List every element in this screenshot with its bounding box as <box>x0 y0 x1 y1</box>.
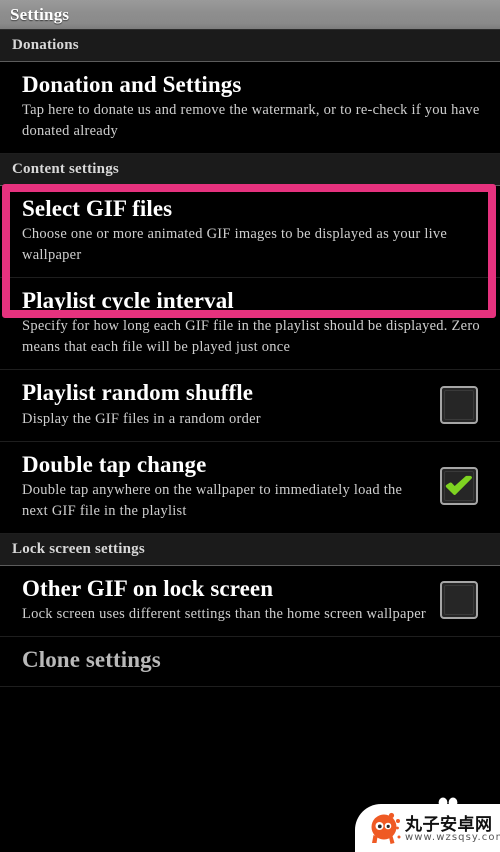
pref-text-group: Donation and Settings Tap here to donate… <box>22 71 486 142</box>
checkbox-inner-bevel <box>444 584 474 615</box>
checkbox-other-gif-on-lock-screen[interactable] <box>440 580 478 619</box>
pref-summary: Specify for how long each GIF file in th… <box>22 318 480 356</box>
pref-title: Playlist cycle interval <box>22 288 234 314</box>
checkbox-inner-bevel <box>444 389 474 420</box>
checkmark-icon <box>445 476 472 496</box>
pref-clone-settings[interactable]: Clone settings <box>0 636 500 688</box>
pref-playlist-cycle-interval[interactable]: Playlist cycle interval Specify for how … <box>0 278 500 371</box>
pref-title: Double tap change <box>22 451 207 477</box>
checkbox-container[interactable] <box>426 467 486 506</box>
window-title-bar: Settings <box>0 0 500 30</box>
pref-select-gif-files[interactable]: Select GIF files Choose one or more anim… <box>0 186 500 279</box>
pref-text-group: Clone settings <box>22 646 486 675</box>
pref-donation-and-settings[interactable]: Donation and Settings Tap here to donate… <box>0 62 500 155</box>
section-header-label: Content settings <box>12 161 119 178</box>
pref-summary: Display the GIF files in a random order <box>22 410 261 427</box>
pref-text-group: Playlist cycle interval Specify for how … <box>22 287 486 358</box>
pref-summary: Tap here to donate us and remove the wat… <box>22 102 480 140</box>
section-header-content-settings: Content settings <box>0 154 500 187</box>
page-title: Settings <box>10 4 70 24</box>
pref-summary: Double tap anywhere on the wallpaper to … <box>22 481 403 519</box>
section-header-lock-screen-settings: Lock screen settings <box>0 533 500 566</box>
pref-playlist-random-shuffle[interactable]: Playlist random shuffle Display the GIF … <box>0 370 500 442</box>
pref-title: Donation and Settings <box>22 72 242 97</box>
pref-summary: Choose one or more animated GIF images t… <box>22 226 448 264</box>
checkbox-container[interactable] <box>426 385 486 424</box>
pref-text-group: Double tap change Double tap anywhere on… <box>22 451 426 522</box>
checkbox-double-tap-change[interactable] <box>440 467 478 506</box>
settings-list[interactable]: Donations Donation and Settings Tap here… <box>0 30 500 852</box>
section-header-label: Donations <box>12 37 79 53</box>
pref-text-group: Playlist random shuffle Display the GIF … <box>22 379 426 429</box>
pref-title: Select GIF files <box>22 196 173 222</box>
pref-title: Playlist random shuffle <box>22 380 254 406</box>
pref-title: Clone settings <box>22 646 161 672</box>
pref-summary: Lock screen uses different settings than… <box>22 605 426 622</box>
pref-text-group: Select GIF files Choose one or more anim… <box>22 195 486 266</box>
pref-title: Other GIF on lock screen <box>22 575 274 601</box>
section-header-donations: Donations <box>0 30 500 62</box>
section-header-label: Lock screen settings <box>12 540 145 557</box>
pref-text-group: Other GIF on lock screen Lock screen use… <box>22 575 426 625</box>
checkbox-playlist-random-shuffle[interactable] <box>440 385 478 424</box>
pref-double-tap-change[interactable]: Double tap change Double tap anywhere on… <box>0 441 500 534</box>
pref-other-gif-on-lock-screen[interactable]: Other GIF on lock screen Lock screen use… <box>0 565 500 637</box>
checkbox-container[interactable] <box>426 580 486 619</box>
